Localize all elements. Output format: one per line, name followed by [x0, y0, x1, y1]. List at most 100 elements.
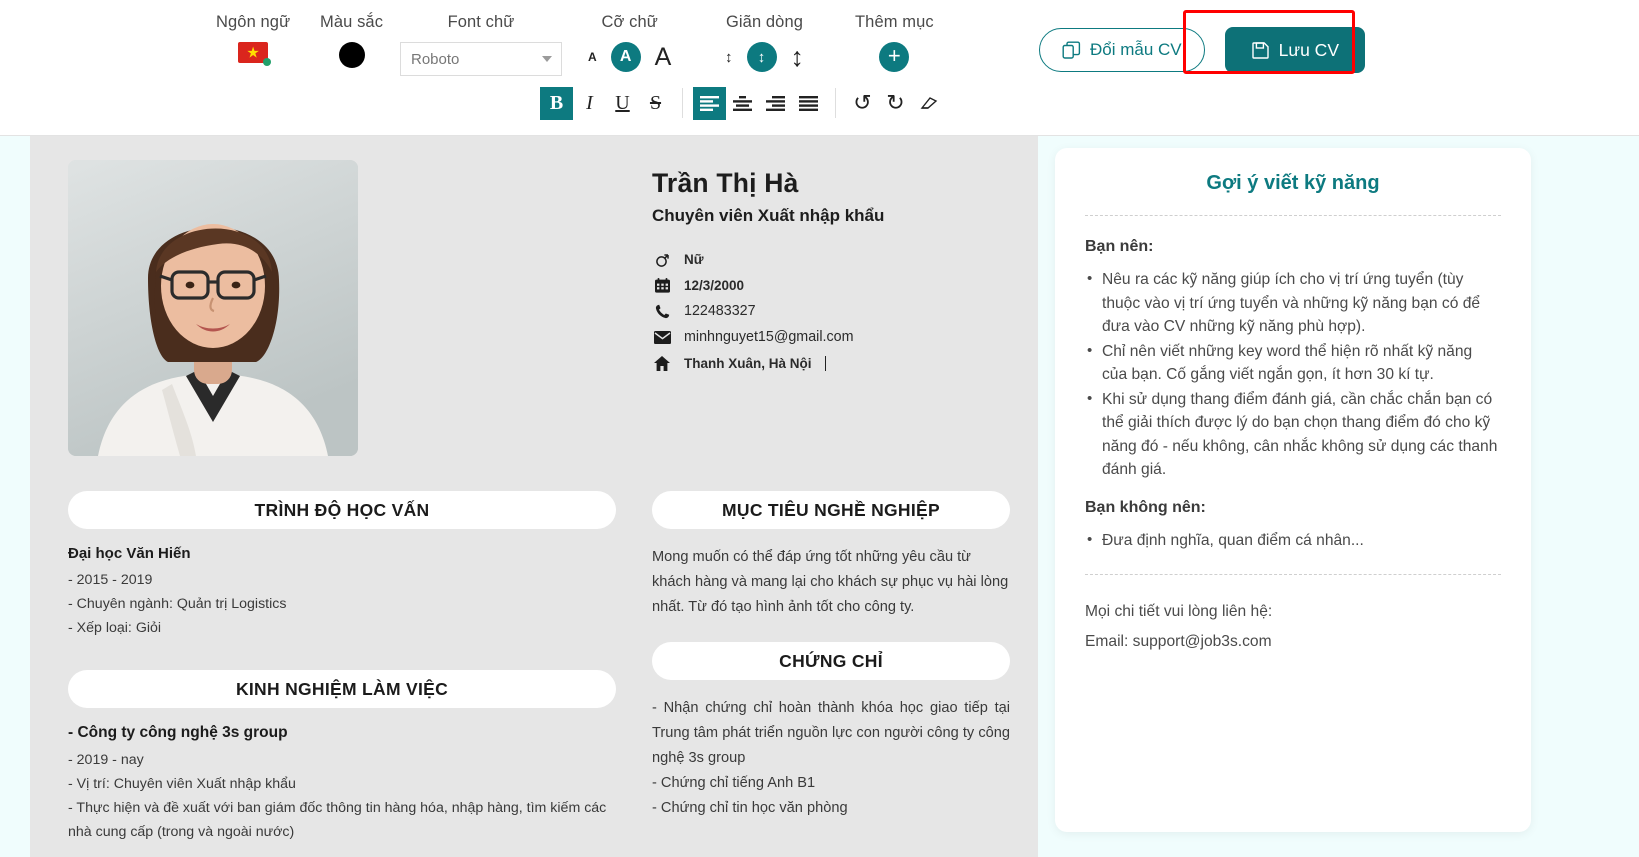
line-spacing-large-icon[interactable]: ↕	[791, 43, 805, 71]
list-item: Đưa định nghĩa, quan điểm cá nhân...	[1085, 528, 1501, 553]
tips-contact-email[interactable]: Email: support@job3s.com	[1085, 627, 1501, 657]
certificate-line-2[interactable]: - Chứng chỉ tin học văn phòng	[652, 796, 1010, 821]
list-item: Nêu ra các kỹ năng giúp ích cho vị trí ứ…	[1085, 267, 1501, 339]
cv-name[interactable]: Trần Thị Hà	[652, 168, 1022, 199]
tips-should-not-label: Bạn không nên:	[1085, 498, 1206, 516]
experience-company[interactable]: - Công ty công nghệ 3s group	[68, 724, 616, 742]
bold-button[interactable]: B	[540, 86, 573, 120]
align-center-button[interactable]	[726, 87, 759, 120]
addsection-group-label: Thêm mục	[855, 13, 934, 31]
font-size-medium-button[interactable]: A	[610, 42, 641, 72]
list-item: Khi sử dụng thang điểm đánh giá, cần chắ…	[1085, 387, 1501, 482]
contact-row-gender[interactable]: Nữ	[652, 246, 1022, 272]
font-size-large-button[interactable]: A	[655, 43, 672, 72]
cv-document[interactable]: Trần Thị Hà Chuyên viên Xuất nhập khẩu N…	[30, 136, 1038, 857]
editor-toolbar: Ngôn ngữ ★ Màu sắc Font chữ Roboto Cỡ ch…	[0, 0, 1639, 136]
toolbar-divider-2	[835, 88, 836, 118]
add-section-button[interactable]: +	[879, 42, 910, 72]
color-group-label: Màu sắc	[320, 13, 384, 31]
skill-tips-title: Gợi ý viết kỹ năng	[1085, 148, 1501, 216]
tips-footer: Mọi chi tiết vui lòng liên hệ: Email: su…	[1085, 574, 1501, 657]
save-cv-label: Lưu CV	[1278, 39, 1339, 60]
phone-icon	[652, 304, 672, 319]
toolbar-group-color: Màu sắc	[320, 12, 383, 68]
italic-button[interactable]: I	[573, 87, 606, 120]
eraser-icon[interactable]	[912, 87, 945, 120]
education-school[interactable]: Đại học Văn Hiến	[68, 545, 616, 562]
flag-status-dot	[263, 58, 272, 66]
cv-contact-list: Nữ 12/3/2000 122483327 minhnguyet15@gmai…	[652, 246, 1022, 376]
vietnam-flag-icon[interactable]: ★	[238, 42, 272, 66]
calendar-icon	[652, 277, 672, 293]
contact-value-birthday: 12/3/2000	[684, 277, 745, 293]
toolbar-group-fontsize: Cỡ chữ A A A	[588, 12, 671, 72]
color-swatch-icon[interactable]	[338, 42, 365, 68]
change-template-label: Đổi mẫu CV	[1090, 40, 1182, 59]
certificate-text[interactable]: - Nhận chứng chỉ hoàn thành khóa học gia…	[652, 696, 1010, 771]
avatar[interactable]	[68, 160, 358, 456]
skill-tips-body: Bạn nên: Nêu ra các kỹ năng giúp ích cho…	[1085, 216, 1501, 657]
tips-spacer	[1085, 483, 1501, 499]
undo-icon[interactable]: ↺	[846, 87, 879, 120]
toolbar-group-font: Font chữ Roboto	[400, 12, 562, 76]
toolbar-divider-1	[682, 88, 683, 118]
strikethrough-button[interactable]: S	[639, 87, 672, 120]
save-icon	[1251, 41, 1269, 59]
certificate-line-1[interactable]: - Chứng chỉ tiếng Anh B1	[652, 771, 1010, 796]
font-size-small-button[interactable]: A	[588, 50, 597, 64]
education-line-2[interactable]: - Chuyên ngành: Quản trị Logistics	[68, 592, 616, 616]
home-icon	[652, 355, 672, 371]
contact-row-birthday[interactable]: 12/3/2000	[652, 272, 1022, 298]
flag-star: ★	[246, 44, 260, 61]
section-title-experience[interactable]: KINH NGHIỆM LÀM VIỆC	[68, 670, 616, 708]
editor-workspace: Trần Thị Hà Chuyên viên Xuất nhập khẩu N…	[0, 136, 1639, 857]
email-icon	[652, 330, 672, 344]
contact-row-address[interactable]: Thanh Xuân, Hà Nội	[652, 350, 1022, 376]
toolbar-group-linespacing: Giãn dòng ↕ ↕ ↕	[725, 12, 804, 72]
align-justify-button[interactable]	[792, 87, 825, 120]
change-template-button[interactable]: Đổi mẫu CV	[1039, 28, 1205, 72]
spacer-mid	[652, 620, 1010, 642]
tips-should-list: Nêu ra các kỹ năng giúp ích cho vị trí ứ…	[1085, 267, 1501, 482]
line-spacing-medium-icon[interactable]: ↕	[746, 42, 777, 72]
education-line-3[interactable]: - Xếp loại: Giỏi	[68, 616, 616, 640]
redo-icon[interactable]: ↻	[879, 87, 912, 120]
contact-value-phone: 122483327	[684, 303, 756, 319]
font-group-label: Font chữ	[447, 13, 515, 31]
contact-value-address: Thanh Xuân, Hà Nội	[684, 355, 812, 371]
toolbar-group-addsection: Thêm mục +	[855, 12, 934, 72]
font-family-value: Roboto	[411, 50, 460, 68]
tips-should-label: Bạn nên:	[1085, 238, 1154, 255]
objective-text[interactable]: Mong muốn có thể đáp ứng tốt những yêu c…	[652, 545, 1010, 620]
fontsize-group-label: Cỡ chữ	[601, 13, 658, 31]
underline-button[interactable]: U	[606, 87, 639, 120]
contact-row-email[interactable]: minhnguyet15@gmail.com	[652, 324, 1022, 350]
cv-role[interactable]: Chuyên viên Xuất nhập khẩu	[652, 206, 1022, 226]
linespacing-group-label: Giãn dòng	[725, 13, 804, 31]
education-line-1[interactable]: - 2015 - 2019	[68, 568, 616, 592]
line-spacing-small-icon[interactable]: ↕	[725, 50, 733, 65]
experience-line-1[interactable]: - 2019 - nay	[68, 748, 616, 772]
save-cv-button[interactable]: Lưu CV	[1224, 27, 1365, 73]
experience-line-2[interactable]: - Vị trí: Chuyên viên Xuất nhập khẩu	[68, 772, 616, 796]
list-item: Chỉ nên viết những key word thể hiện rõ …	[1085, 339, 1501, 387]
align-left-button[interactable]	[693, 86, 726, 120]
align-right-button[interactable]	[759, 87, 792, 120]
contact-row-phone[interactable]: 122483327	[652, 298, 1022, 324]
text-cursor	[824, 355, 826, 371]
section-title-education[interactable]: TRÌNH ĐỘ HỌC VẤN	[68, 491, 616, 529]
cv-header: Trần Thị Hà Chuyên viên Xuất nhập khẩu N…	[652, 168, 1022, 376]
tips-should-not-list: Đưa định nghĩa, quan điểm cá nhân...	[1085, 528, 1501, 553]
format-bar: B I U S ↺ ↻	[540, 86, 945, 120]
font-family-select[interactable]: Roboto	[400, 42, 562, 76]
spacer-left	[68, 640, 616, 670]
chevron-down-icon	[542, 56, 552, 62]
language-group-label: Ngôn ngữ	[216, 13, 291, 31]
contact-value-email: minhnguyet15@gmail.com	[684, 329, 854, 345]
section-title-objective[interactable]: MỤC TIÊU NGHỀ NGHIỆP	[652, 491, 1010, 529]
experience-line-3[interactable]: - Thực hiện và đề xuất với ban giám đốc …	[68, 796, 616, 844]
cv-left-column: TRÌNH ĐỘ HỌC VẤN Đại học Văn Hiến - 2015…	[68, 491, 616, 844]
section-title-certificate[interactable]: CHỨNG CHỈ	[652, 642, 1010, 680]
cv-middle-column: MỤC TIÊU NGHỀ NGHIỆP Mong muốn có thể đá…	[652, 491, 1010, 821]
avatar-photo	[68, 160, 358, 456]
